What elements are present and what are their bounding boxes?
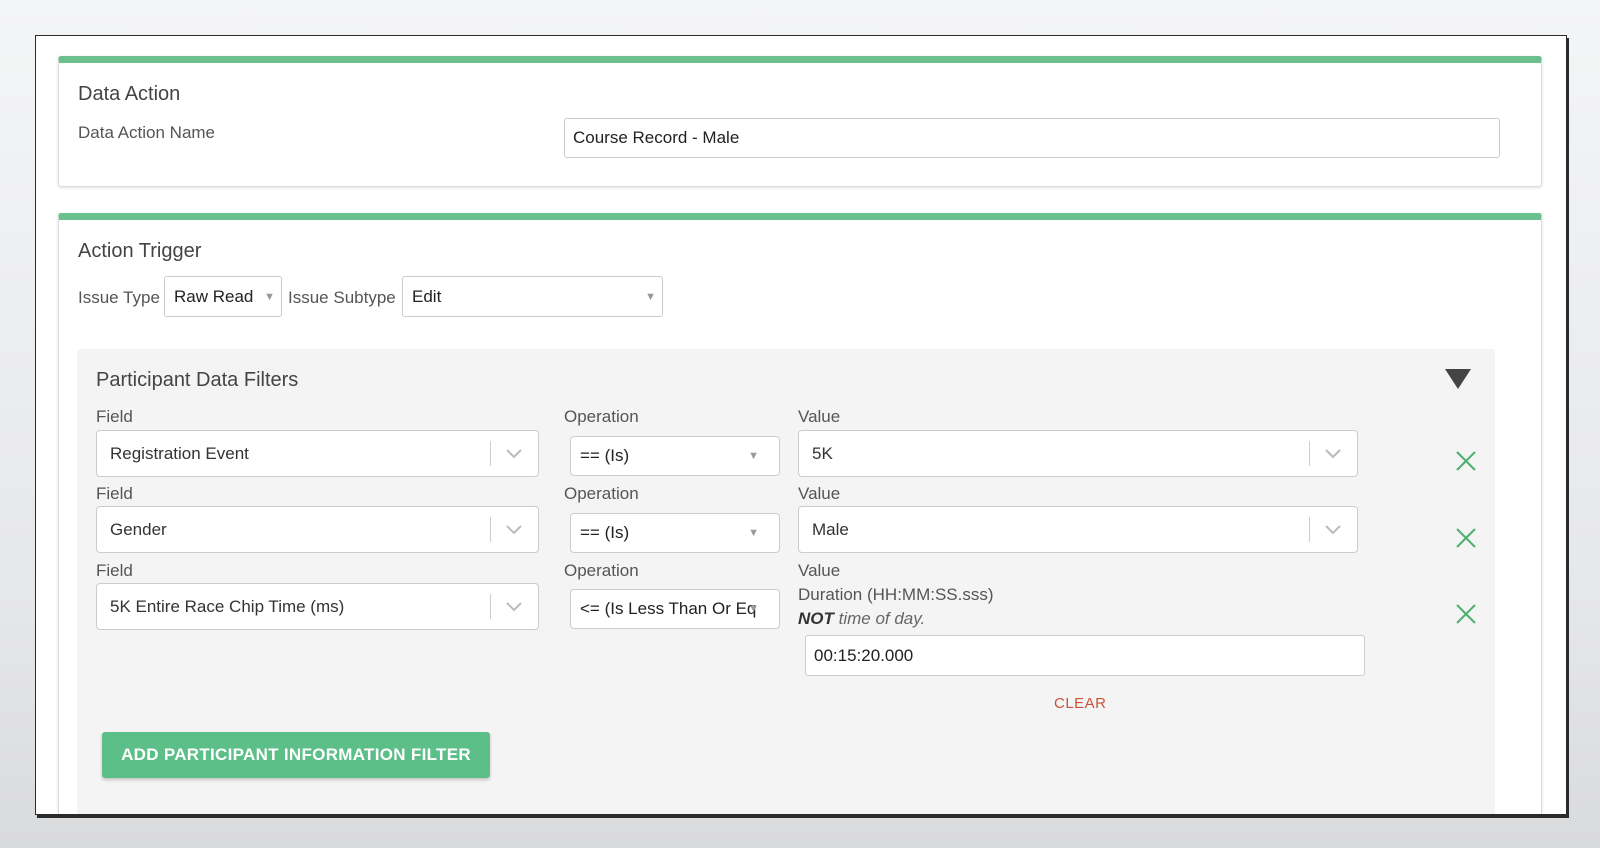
- chevron-down-icon: [1325, 448, 1341, 458]
- data-action-name-label: Data Action Name: [78, 123, 216, 142]
- not-rest-text: time of day.: [833, 609, 926, 628]
- filter-operation-value: == (Is): [580, 523, 630, 542]
- issue-type-select[interactable]: Raw Read ▼: [164, 276, 282, 317]
- filter-field-label: Field: [96, 484, 133, 503]
- filter-value-label: Value: [798, 484, 841, 503]
- action-trigger-card: Action Trigger Issue Type Raw Read ▼ Iss…: [58, 213, 1542, 814]
- triangle-down-icon: ▼: [748, 527, 759, 539]
- clear-link[interactable]: CLEAR: [1054, 695, 1107, 712]
- issue-type-label: Issue Type: [78, 288, 160, 307]
- chevron-down-icon: [506, 448, 522, 458]
- filter-operation-select[interactable]: == (Is) ▼: [570, 513, 780, 553]
- close-icon[interactable]: [1455, 450, 1477, 472]
- data-action-title: Data Action: [78, 83, 181, 105]
- issue-subtype-select[interactable]: Edit ▼: [402, 276, 663, 317]
- filter-operation-label: Operation: [564, 407, 639, 426]
- duration-format-hint: Duration (HH:MM:SS.sss): [798, 585, 994, 604]
- filter-operation-label: Operation: [564, 561, 639, 580]
- close-icon[interactable]: [1455, 527, 1477, 549]
- filter-operation-value: <= (Is Less Than Or Eq: [580, 599, 757, 618]
- filter-field-value: Registration Event: [110, 443, 249, 463]
- app-window: Data Action Data Action Name Action Trig…: [35, 35, 1567, 815]
- filter-value-select[interactable]: 5K: [798, 430, 1358, 477]
- filter-field-label: Field: [96, 407, 133, 426]
- chevron-down-icon: [506, 601, 522, 611]
- close-icon[interactable]: [1455, 603, 1477, 625]
- action-trigger-title: Action Trigger: [78, 240, 202, 262]
- filter-field-value: 5K Entire Race Chip Time (ms): [110, 596, 345, 616]
- issue-subtype-label: Issue Subtype: [288, 288, 396, 307]
- chevron-down-icon: [1325, 524, 1341, 534]
- not-emphasis: NOT: [798, 609, 834, 628]
- filter-field-select[interactable]: 5K Entire Race Chip Time (ms): [96, 583, 539, 630]
- filter-operation-select[interactable]: == (Is) ▼: [570, 436, 780, 476]
- add-participant-filter-button[interactable]: ADD PARTICIPANT INFORMATION FILTER: [102, 732, 490, 778]
- triangle-down-icon: ▼: [645, 290, 656, 303]
- chevron-down-icon: [506, 524, 522, 534]
- filter-value-label: Value: [798, 407, 841, 426]
- collapse-toggle-icon[interactable]: [1445, 369, 1471, 389]
- triangle-down-icon: ▼: [748, 603, 759, 615]
- triangle-down-icon: ▼: [264, 290, 275, 303]
- participant-filters-panel: Participant Data Filters Field Registrat…: [77, 349, 1495, 814]
- issue-subtype-value: Edit: [412, 286, 442, 306]
- triangle-down-icon: ▼: [748, 450, 759, 462]
- filter-value-value: Male: [812, 519, 849, 539]
- filter-value-select[interactable]: Male: [798, 506, 1358, 553]
- data-action-name-input[interactable]: [564, 118, 1500, 158]
- filter-field-label: Field: [96, 561, 133, 580]
- participant-filters-title: Participant Data Filters: [96, 369, 299, 391]
- duration-value-input[interactable]: [805, 635, 1365, 676]
- filter-field-select[interactable]: Registration Event: [96, 430, 539, 477]
- filter-operation-label: Operation: [564, 484, 639, 503]
- data-action-card: Data Action Data Action Name: [58, 56, 1542, 187]
- filter-value-value: 5K: [812, 443, 833, 463]
- filter-field-value: Gender: [110, 519, 167, 539]
- filter-field-select[interactable]: Gender: [96, 506, 539, 553]
- not-time-of-day-hint: NOT time of day.: [798, 609, 925, 629]
- issue-type-value: Raw Read: [174, 286, 254, 306]
- filter-value-label: Value: [798, 561, 841, 580]
- filter-operation-select[interactable]: <= (Is Less Than Or Eq ▼: [570, 589, 780, 629]
- filter-operation-value: == (Is): [580, 446, 630, 465]
